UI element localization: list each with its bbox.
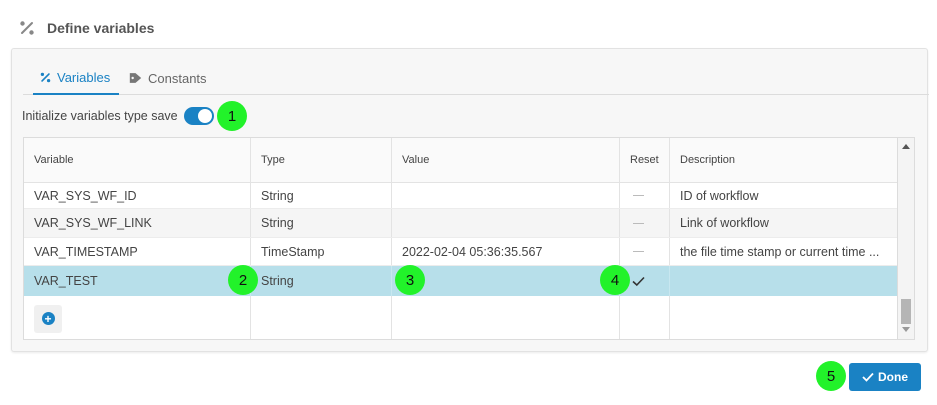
marker-badge: 1 <box>217 101 247 131</box>
cell-variable[interactable]: VAR_TEST <box>24 266 251 296</box>
table-row[interactable]: VAR_SYS_WF_ID String ID of workflow <box>24 183 897 209</box>
empty-cell <box>670 296 897 339</box>
cell-variable[interactable]: VAR_SYS_WF_ID <box>24 183 251 208</box>
table-scrollbar[interactable] <box>898 137 915 340</box>
cell-value[interactable] <box>392 266 620 296</box>
scroll-thumb[interactable] <box>901 299 911 324</box>
column-header-reset[interactable]: Reset <box>620 138 670 182</box>
empty-cell <box>620 296 670 339</box>
check-icon <box>862 372 874 382</box>
tab-constants[interactable]: Constants <box>129 61 207 95</box>
column-header-variable[interactable]: Variable <box>24 138 251 182</box>
add-row: + <box>24 296 897 339</box>
tab-bar: Variables Constants <box>23 61 929 95</box>
unchecked-dash-icon <box>633 251 644 252</box>
table-header: Variable Type Value Reset Description <box>24 138 897 183</box>
add-variable-button[interactable]: + <box>34 304 62 333</box>
cell-reset[interactable] <box>620 238 670 265</box>
tag-icon <box>129 72 142 84</box>
marker-badge: 5 <box>816 361 846 391</box>
table-row-selected[interactable]: VAR_TEST String <box>24 266 897 296</box>
done-button[interactable]: Done <box>849 363 921 391</box>
cell-type[interactable]: String <box>251 266 392 296</box>
cell-value[interactable] <box>392 183 620 208</box>
cell-type[interactable]: String <box>251 209 392 237</box>
check-icon <box>632 276 645 287</box>
cell-variable[interactable]: VAR_TIMESTAMP <box>24 238 251 265</box>
scroll-up-arrow-icon[interactable] <box>902 144 910 149</box>
cell-value[interactable]: 2022-02-04 05:36:35.567 <box>392 238 620 265</box>
empty-cell <box>392 296 620 339</box>
cell-value[interactable] <box>392 209 620 237</box>
empty-cell <box>251 296 392 339</box>
table-row[interactable]: VAR_TIMESTAMP TimeStamp 2022-02-04 05:36… <box>24 238 897 266</box>
column-header-description[interactable]: Description <box>670 138 897 182</box>
dialog-header: Define variables <box>18 17 154 39</box>
cell-description[interactable]: ID of workflow <box>670 183 897 208</box>
toggle-knob <box>197 109 212 123</box>
marker-badge: 2 <box>228 265 258 295</box>
cell-reset[interactable] <box>620 209 670 237</box>
tab-variables[interactable]: Variables <box>33 61 119 95</box>
add-cell: + <box>24 296 251 339</box>
plus-circle-icon: + <box>41 312 55 325</box>
cell-variable[interactable]: VAR_SYS_WF_LINK <box>24 209 251 237</box>
cell-type[interactable]: TimeStamp <box>251 238 392 265</box>
cell-reset[interactable] <box>620 183 670 208</box>
table-row[interactable]: VAR_SYS_WF_LINK String Link of workflow <box>24 209 897 238</box>
scroll-down-arrow-icon[interactable] <box>902 327 910 332</box>
percent-icon <box>40 72 51 83</box>
percent-icon <box>18 19 36 37</box>
unchecked-dash-icon <box>633 195 644 196</box>
cell-type[interactable]: String <box>251 183 392 208</box>
variables-table: Variable Type Value Reset Description VA… <box>23 137 898 340</box>
cell-description[interactable]: Link of workflow <box>670 209 897 237</box>
toggle-label: Initialize variables type save <box>22 109 178 123</box>
type-save-toggle[interactable] <box>183 107 214 125</box>
page-title: Define variables <box>47 20 155 36</box>
column-header-value[interactable]: Value <box>392 138 620 182</box>
type-save-toggle-row: Initialize variables type save <box>22 105 214 127</box>
done-label: Done <box>878 370 908 384</box>
marker-badge: 3 <box>395 265 425 295</box>
cell-description[interactable] <box>670 266 897 296</box>
column-header-type[interactable]: Type <box>251 138 392 182</box>
tab-label: Constants <box>148 70 207 86</box>
tab-label: Variables <box>57 69 111 85</box>
unchecked-dash-icon <box>633 222 644 224</box>
cell-description[interactable]: the file time stamp or current time ... <box>670 238 897 265</box>
marker-badge: 4 <box>600 265 630 295</box>
